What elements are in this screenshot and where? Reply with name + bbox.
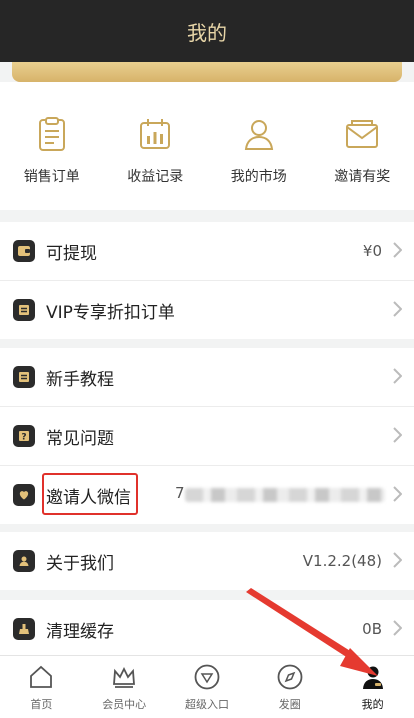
page-title: 我的 <box>187 17 227 46</box>
tab-member-center[interactable]: 会员中心 <box>83 656 166 718</box>
tab-label: 我的 <box>362 696 384 712</box>
faq-label: 常见问题 <box>46 424 114 449</box>
cache-size: 0B <box>362 620 382 638</box>
sales-orders-button[interactable]: 销售订单 <box>0 82 104 210</box>
wallet-icon <box>13 240 35 262</box>
chevron-right-icon <box>392 552 402 568</box>
broom-icon <box>13 618 35 640</box>
my-market-button[interactable]: 我的市场 <box>207 82 311 210</box>
list-icon <box>13 299 35 321</box>
withdraw-amount: ¥0 <box>363 242 382 260</box>
home-icon <box>28 664 54 690</box>
tab-home[interactable]: 首页 <box>0 656 83 718</box>
tab-mine[interactable]: 我的 <box>331 656 414 718</box>
menu-group-about: 关于我们 V1.2.2(48) <box>0 532 414 590</box>
heart-icon <box>13 484 35 506</box>
tab-label: 超级入口 <box>185 696 229 712</box>
inviter-wechat-row[interactable]: 邀请人微信 7 <box>0 466 414 524</box>
quick-action-label: 邀请有奖 <box>334 166 390 186</box>
quick-action-label: 我的市场 <box>231 166 287 186</box>
diamond-icon <box>194 664 220 690</box>
page-header: 我的 <box>0 0 414 62</box>
quick-actions: 销售订单 收益记录 我的市场 邀请有奖 <box>0 82 414 210</box>
vip-orders-row[interactable]: VIP专享折扣订单 <box>0 281 414 339</box>
tab-super-entry[interactable]: 超级入口 <box>166 656 249 718</box>
app-version: V1.2.2(48) <box>303 552 382 570</box>
bottom-tab-bar: 首页 会员中心 超级入口 发圈 我的 <box>0 655 414 718</box>
chevron-right-icon <box>392 368 402 384</box>
calendar-chart-icon <box>137 116 173 152</box>
annotation-highlight-box <box>42 473 138 515</box>
withdraw-row[interactable]: 可提现 ¥0 <box>0 222 414 281</box>
menu-group-finance: 可提现 ¥0 VIP专享折扣订单 <box>0 222 414 339</box>
quick-action-label: 收益记录 <box>127 166 183 186</box>
inviter-wechat-value: 7 <box>175 484 185 502</box>
person-icon <box>13 550 35 572</box>
question-icon: ? <box>13 425 35 447</box>
tab-label: 会员中心 <box>102 696 146 712</box>
blurred-wechat-id <box>185 488 385 502</box>
chevron-right-icon <box>392 301 402 317</box>
chevron-right-icon <box>392 242 402 258</box>
clipboard-icon <box>34 116 70 152</box>
profile-icon <box>360 664 386 690</box>
tab-label: 首页 <box>30 696 52 712</box>
faq-row[interactable]: ? 常见问题 <box>0 407 414 466</box>
user-icon <box>241 116 277 152</box>
envelope-icon <box>344 116 380 152</box>
chevron-right-icon <box>392 486 402 502</box>
crown-icon <box>111 664 137 690</box>
tutorial-label: 新手教程 <box>46 365 114 390</box>
vip-orders-label: VIP专享折扣订单 <box>46 298 175 323</box>
tutorial-row[interactable]: 新手教程 <box>0 348 414 407</box>
invite-reward-button[interactable]: 邀请有奖 <box>311 82 414 210</box>
about-label: 关于我们 <box>46 549 114 574</box>
book-icon <box>13 366 35 388</box>
tab-label: 发圈 <box>279 696 301 712</box>
chevron-right-icon <box>392 427 402 443</box>
svg-text:?: ? <box>21 433 26 443</box>
member-card-edge <box>12 62 402 82</box>
menu-group-help: 新手教程 ? 常见问题 邀请人微信 7 <box>0 348 414 524</box>
clear-cache-row[interactable]: 清理缓存 0B <box>0 600 414 655</box>
about-row[interactable]: 关于我们 V1.2.2(48) <box>0 532 414 590</box>
withdraw-label: 可提现 <box>46 239 97 264</box>
clear-cache-label: 清理缓存 <box>46 617 114 642</box>
earnings-record-button[interactable]: 收益记录 <box>104 82 208 210</box>
compass-icon <box>277 664 303 690</box>
menu-group-cache: 清理缓存 0B <box>0 600 414 655</box>
chevron-right-icon <box>392 620 402 636</box>
quick-action-label: 销售订单 <box>24 166 80 186</box>
tab-moments[interactable]: 发圈 <box>248 656 331 718</box>
